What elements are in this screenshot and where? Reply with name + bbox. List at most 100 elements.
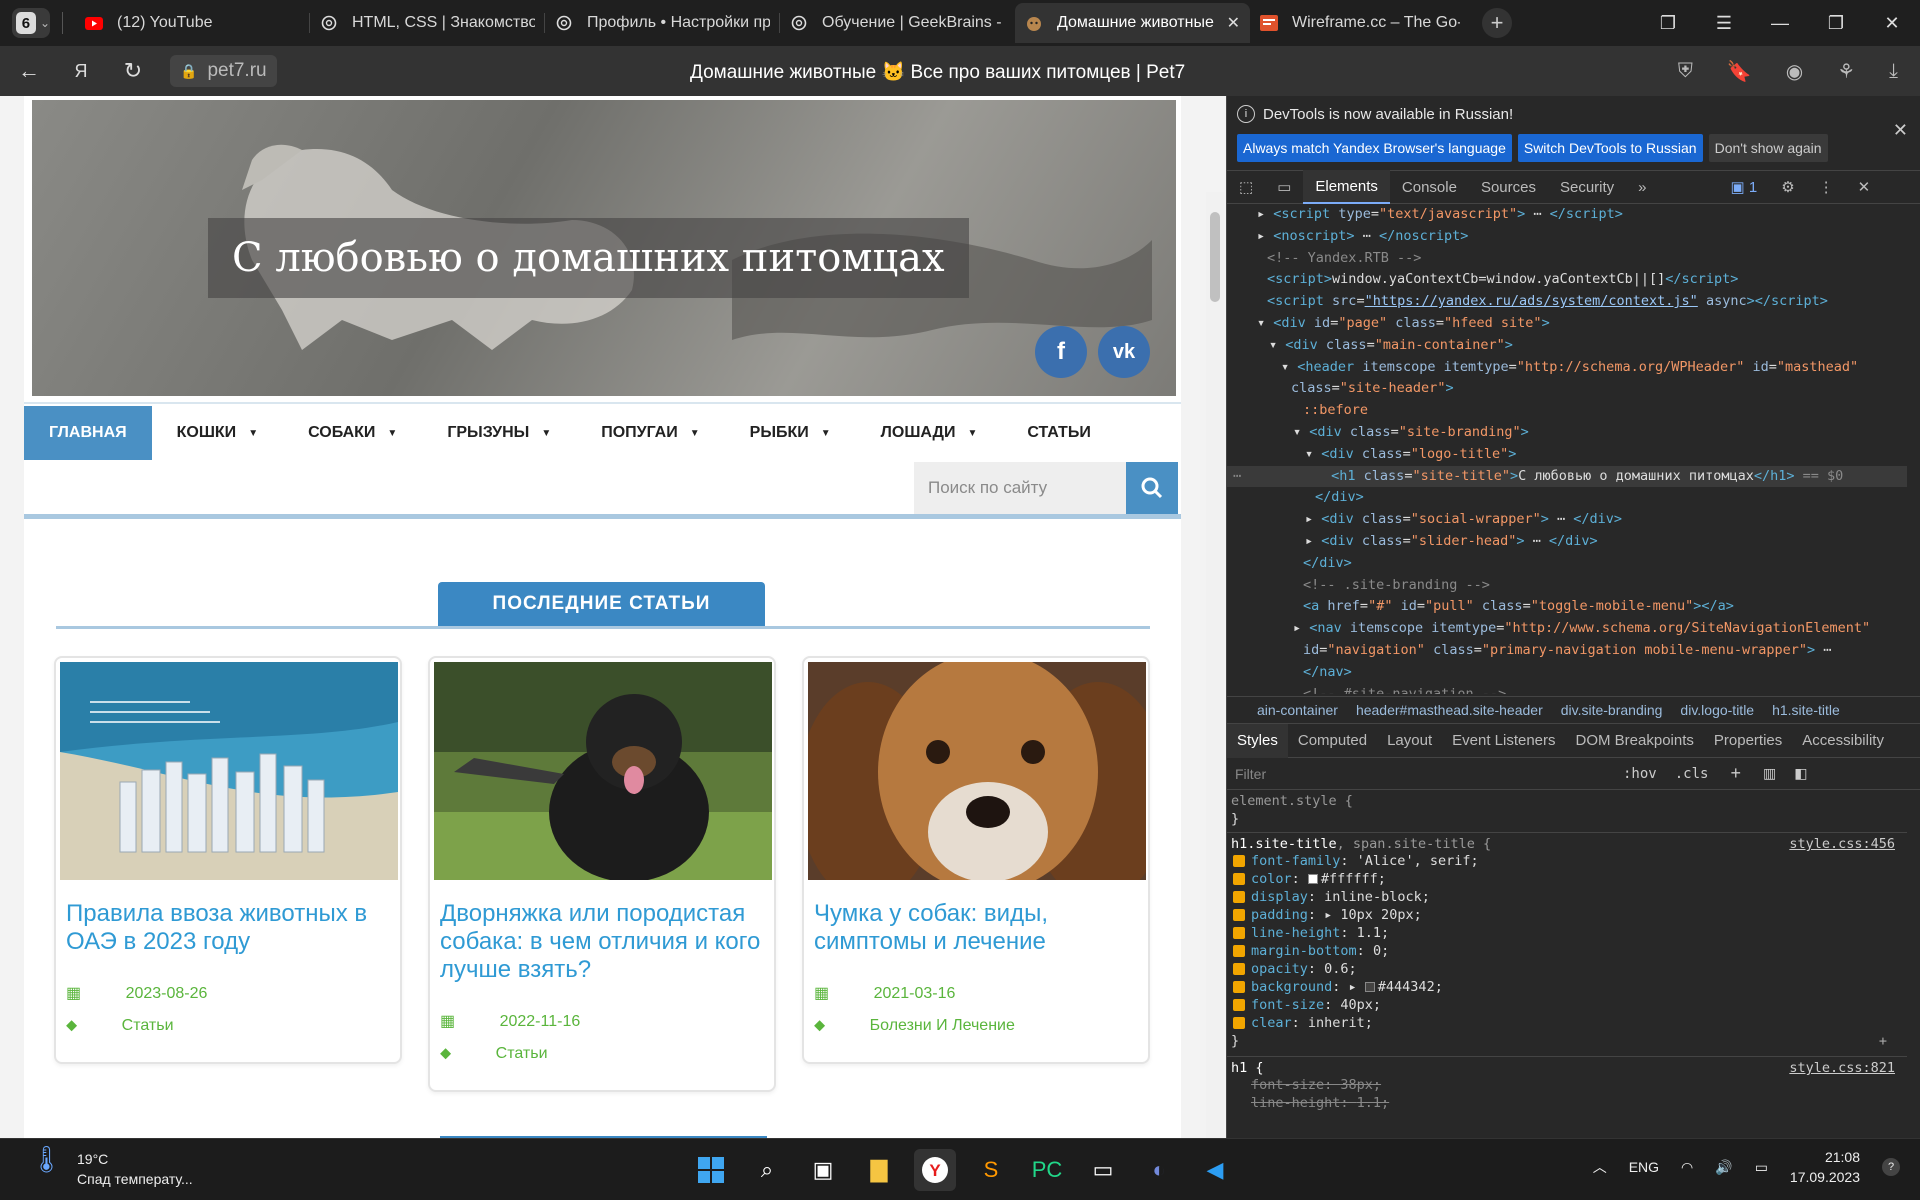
article-title[interactable]: Правила ввоза животных в ОАЭ в 2023 году [66, 900, 390, 956]
clock[interactable]: 21:08 17.09.2023 [1790, 1147, 1860, 1187]
url-field[interactable]: 🔒 pet7.ru [170, 55, 277, 87]
vk-button[interactable]: vk [1098, 326, 1150, 378]
file-explorer-icon[interactable]: ▇ [858, 1149, 900, 1191]
tab-accessibility[interactable]: Accessibility [1792, 724, 1894, 758]
article-category[interactable]: ⬥ Статьи [66, 1010, 214, 1042]
close-devtools-icon[interactable]: ✕ [1846, 170, 1883, 204]
more-tabs-icon[interactable]: » [1626, 170, 1658, 204]
close-infobar-icon[interactable]: ✕ [1893, 120, 1908, 141]
search-icon[interactable]: ⌕ [746, 1149, 788, 1191]
pycharm-icon[interactable]: PC [1026, 1149, 1068, 1191]
dom-tree[interactable]: ▸ <script type="text/javascript"> ⋯ </sc… [1227, 204, 1907, 694]
battery-icon[interactable]: ▭ [1755, 1159, 1768, 1176]
settings-icon[interactable]: ⚙ [1769, 170, 1806, 204]
crumb[interactable]: h1.site-title [1772, 702, 1840, 718]
css-property[interactable]: background: ▸ #444342; [1227, 978, 1907, 996]
css-property[interactable]: display: inline-block; [1227, 888, 1907, 906]
cls-button[interactable]: .cls [1675, 766, 1709, 782]
windows-start-icon[interactable] [690, 1149, 732, 1191]
article-category[interactable]: ⬥ Болезни И Лечение [814, 1010, 1055, 1042]
tab-geekbrains[interactable]: Обучение | GeekBrains - [780, 3, 1015, 43]
language-indicator[interactable]: ENG [1629, 1159, 1659, 1175]
discord-icon[interactable]: ◐ [1138, 1149, 1180, 1191]
style-source-link[interactable]: style.css:456 [1789, 835, 1895, 853]
back-icon[interactable]: ← [14, 58, 44, 84]
paint-icon[interactable]: ▥ [1763, 765, 1776, 782]
add-property-icon[interactable]: + [1879, 1032, 1887, 1050]
tab-event-listeners[interactable]: Event Listeners [1442, 724, 1565, 758]
crumb[interactable]: header#masthead.site-header [1356, 702, 1543, 718]
tab-count-button[interactable]: 6 ⌄ [12, 8, 50, 38]
nav-item-articles[interactable]: Статьи [1002, 406, 1115, 460]
nav-item-fish[interactable]: Рыбки ▼ [725, 406, 856, 460]
css-property[interactable]: line-height: 1.1; [1227, 924, 1907, 942]
wifi-icon[interactable]: ◠ [1681, 1159, 1693, 1176]
close-tab-icon[interactable]: ✕ [1227, 13, 1240, 33]
weather-widget[interactable]: 🌡 19°C Спад температу... [30, 1146, 193, 1189]
css-property[interactable]: font-family: 'Alice', serif; [1227, 852, 1907, 870]
issues-badge[interactable]: ▣ 1 [1719, 170, 1770, 204]
device-toggle-icon[interactable]: ▭ [1265, 170, 1303, 204]
nav-item-horses[interactable]: Лошади ▼ [856, 406, 1003, 460]
nav-item-rodents[interactable]: Грызуны ▼ [422, 406, 576, 460]
article-card[interactable]: Дворняжка или породистая собака: в чем о… [428, 656, 776, 1092]
crumb[interactable]: div.site-branding [1561, 702, 1663, 718]
tab-wireframe[interactable]: Wireframe.cc – The Go-to [1250, 3, 1470, 43]
tab-computed[interactable]: Computed [1288, 724, 1377, 758]
css-property[interactable]: clear: inherit; [1227, 1014, 1907, 1032]
kebab-menu-icon[interactable]: ⋮ [1807, 170, 1846, 204]
tab-properties[interactable]: Properties [1704, 724, 1792, 758]
tab-elements[interactable]: Elements [1303, 170, 1390, 204]
terminal-icon[interactable]: ▭ [1082, 1149, 1124, 1191]
article-card[interactable]: Чумка у собак: виды, симптомы и лечение … [802, 656, 1150, 1064]
dont-show-button[interactable]: Don't show again [1708, 134, 1828, 162]
tab-youtube[interactable]: (12) YouTube [75, 3, 310, 43]
article-card[interactable]: Правила ввоза животных в ОАЭ в 2023 году… [54, 656, 402, 1064]
close-window-icon[interactable]: ✕ [1864, 13, 1920, 34]
yandex-icon[interactable]: Я [66, 61, 96, 82]
search-button[interactable] [1126, 462, 1178, 514]
extensions-icon[interactable]: ⚘ [1837, 59, 1855, 84]
article-title[interactable]: Чумка у собак: виды, симптомы и лечение [814, 900, 1138, 956]
article-image-beagle[interactable] [808, 662, 1146, 880]
nav-item-dogs[interactable]: Собаки ▼ [283, 406, 422, 460]
facebook-button[interactable]: f [1035, 326, 1087, 378]
crumb[interactable]: div.logo-title [1680, 702, 1754, 718]
collections-icon[interactable]: ❐ [1640, 13, 1696, 34]
scrollbar-thumb[interactable] [1210, 212, 1220, 302]
article-category[interactable]: ⬥ Статьи [440, 1038, 588, 1070]
help-icon[interactable]: ? [1882, 1158, 1900, 1176]
css-property[interactable]: line-height: 1.1; [1227, 1094, 1907, 1112]
nav-item-parrots[interactable]: Попугаи ▼ [576, 406, 724, 460]
tab-security[interactable]: Security [1548, 170, 1626, 204]
nav-item-cats[interactable]: Кошки ▼ [152, 406, 283, 460]
yandex-browser-icon[interactable]: Y [914, 1149, 956, 1191]
reload-icon[interactable]: ↻ [118, 58, 148, 84]
css-property[interactable]: margin-bottom: 0; [1227, 942, 1907, 960]
inspect-icon[interactable]: ⬚ [1227, 170, 1265, 204]
tab-dom-breakpoints[interactable]: DOM Breakpoints [1566, 724, 1704, 758]
volume-icon[interactable]: 🔊 [1715, 1159, 1732, 1176]
maximize-icon[interactable]: ❐ [1808, 13, 1864, 34]
add-rule-icon[interactable]: + [1730, 763, 1741, 784]
tab-pets-active[interactable]: Домашние животные ✕ [1015, 3, 1250, 43]
protect-icon[interactable]: ⛨ [1678, 60, 1693, 83]
nav-item-home[interactable]: Главная [24, 406, 152, 460]
alice-icon[interactable]: ◉ [1786, 59, 1803, 84]
sidebar-toggle-icon[interactable]: ◧ [1794, 765, 1807, 782]
hov-button[interactable]: :hov [1623, 766, 1657, 782]
tab-layout[interactable]: Layout [1377, 724, 1442, 758]
menu-icon[interactable]: ☰ [1696, 13, 1752, 34]
sublime-text-icon[interactable]: S [970, 1149, 1012, 1191]
article-image-dog[interactable] [434, 662, 772, 880]
tab-styles[interactable]: Styles [1227, 723, 1288, 758]
search-input[interactable]: Поиск по сайту [914, 462, 1126, 514]
match-language-button[interactable]: Always match Yandex Browser's language [1237, 134, 1512, 162]
style-source-link[interactable]: style.css:821 [1789, 1059, 1895, 1077]
page-scrollbar[interactable] [1206, 192, 1224, 1138]
article-image-dubai[interactable] [60, 662, 398, 880]
tab-html-css[interactable]: HTML, CSS | Знакомство [310, 3, 545, 43]
css-property[interactable]: opacity: 0.6; [1227, 960, 1907, 978]
css-property[interactable]: font-size: 40px; [1227, 996, 1907, 1014]
minimize-icon[interactable]: — [1752, 13, 1808, 34]
